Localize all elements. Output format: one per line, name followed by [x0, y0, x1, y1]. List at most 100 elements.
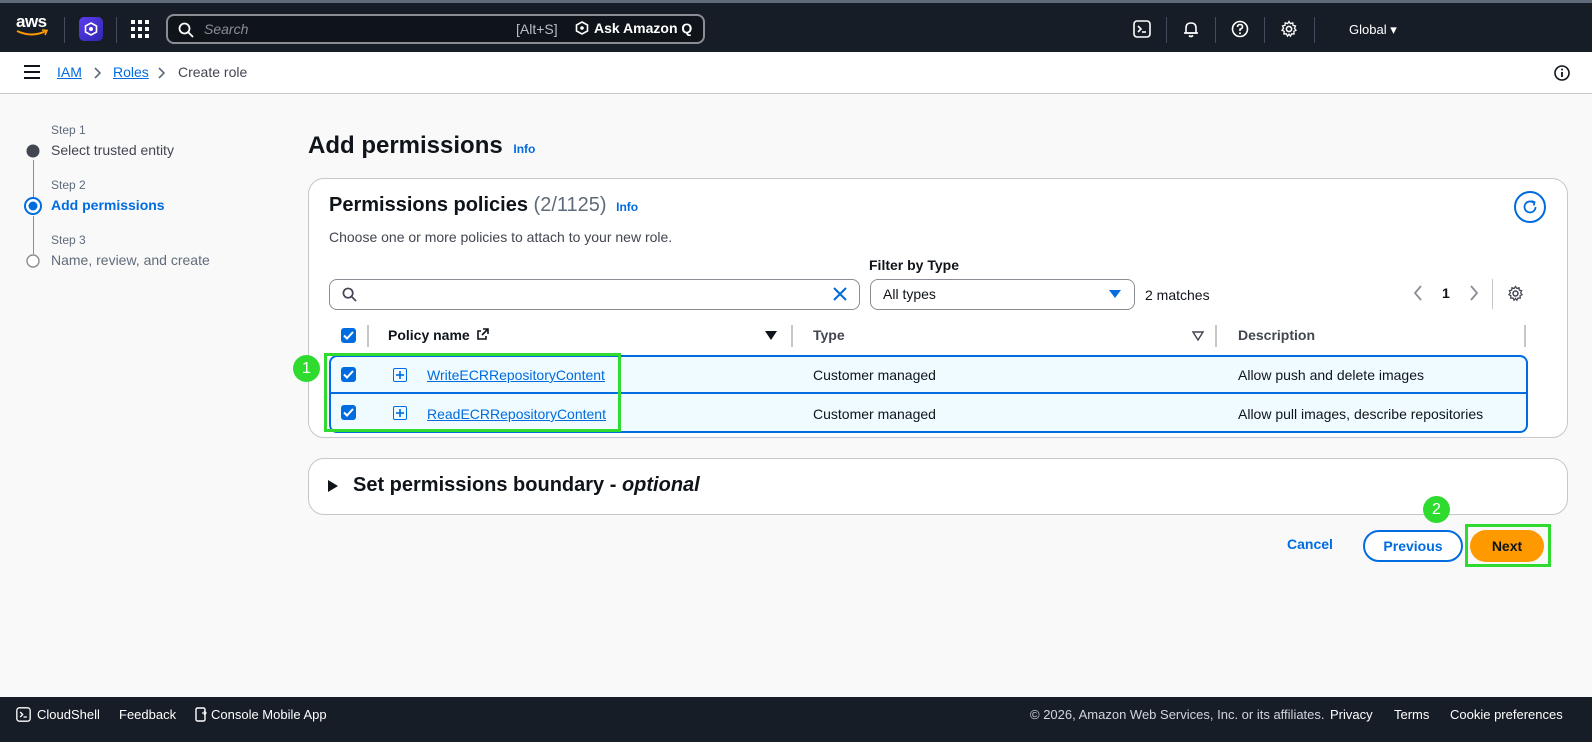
search-icon — [342, 287, 357, 302]
nav-divider — [1166, 17, 1167, 43]
search-icon — [178, 22, 194, 38]
footer-cloudshell-label: CloudShell — [37, 707, 100, 722]
menu-hamburger-icon[interactable] — [24, 65, 40, 79]
page-title: Add permissions — [308, 132, 503, 159]
chevron-right-icon — [94, 67, 102, 79]
policy-type: Customer managed — [813, 406, 936, 422]
step-3-title: Name, review, and create — [51, 252, 210, 268]
footer-cloudshell-button[interactable]: CloudShell — [16, 707, 100, 722]
nav-divider — [1264, 17, 1265, 43]
policy-description: Allow pull images, describe repositories — [1238, 406, 1484, 422]
notifications-bell-icon[interactable] — [1182, 20, 1200, 38]
step-pending-dot-icon — [26, 254, 40, 268]
breadcrumb-current: Create role — [178, 64, 248, 80]
amazon-q-icon — [575, 21, 589, 35]
checkmark-icon — [343, 331, 354, 340]
ask-amazon-q-label: Ask Amazon Q — [594, 20, 693, 36]
chevron-right-icon[interactable] — [1469, 285, 1479, 301]
sort-descending-icon[interactable] — [765, 331, 777, 341]
column-divider — [791, 325, 793, 347]
permissions-policies-header: Permissions policies (2/1125) Info — [329, 194, 638, 217]
ask-amazon-q-button[interactable]: Ask Amazon Q — [575, 20, 692, 36]
previous-button[interactable]: Previous — [1363, 530, 1463, 562]
pagination-divider — [1492, 279, 1493, 309]
info-panel-icon[interactable] — [1554, 65, 1570, 81]
services-grid-icon[interactable] — [131, 20, 149, 38]
column-divider — [1524, 325, 1526, 347]
step-connector — [33, 216, 34, 254]
filter-type-select[interactable]: All types — [870, 279, 1135, 310]
policy-search-input[interactable] — [329, 279, 860, 310]
search-shortcut: [Alt+S] — [516, 21, 558, 37]
footer-mobile-app-label: Console Mobile App — [211, 707, 327, 722]
policy-type: Customer managed — [813, 367, 936, 383]
chevron-left-icon[interactable] — [1413, 285, 1423, 301]
footer-cookie-preferences-link[interactable]: Cookie preferences — [1450, 707, 1563, 722]
step-complete-dot-icon — [26, 144, 40, 158]
filter-type-value: All types — [883, 286, 936, 302]
region-selector[interactable]: Global ▾ — [1349, 22, 1397, 38]
aws-logo-text: aws — [16, 12, 47, 31]
step-1-title[interactable]: Select trusted entity — [51, 142, 174, 158]
policies-info-link[interactable]: Info — [616, 200, 638, 214]
region-label: Global — [1349, 22, 1387, 37]
cancel-button[interactable]: Cancel — [1287, 536, 1333, 552]
step-1-label: Step 1 — [51, 123, 86, 137]
column-header-policy-name[interactable]: Policy name — [388, 327, 489, 343]
refresh-button[interactable] — [1514, 191, 1546, 223]
step-connector — [33, 160, 34, 198]
permissions-boundary-panel[interactable]: Set permissions boundary - optional — [308, 458, 1568, 515]
step-2-title: Add permissions — [51, 197, 165, 213]
nav-divider — [116, 17, 117, 43]
annotation-badge-2: 2 — [1423, 496, 1450, 523]
column-header-policy-name-label: Policy name — [388, 327, 470, 343]
match-count: 2 matches — [1145, 287, 1210, 303]
footer-feedback-link[interactable]: Feedback — [119, 707, 176, 722]
column-divider — [1215, 325, 1217, 347]
caret-down-icon — [1109, 290, 1121, 298]
breadcrumb-roles[interactable]: Roles — [113, 64, 149, 80]
clear-close-icon[interactable] — [832, 286, 848, 302]
amazon-q-logo-icon[interactable] — [79, 17, 103, 41]
footer-terms-link[interactable]: Terms — [1394, 707, 1429, 722]
aws-logo[interactable]: aws — [16, 13, 50, 41]
cloudshell-icon — [16, 707, 31, 722]
step-2-label: Step 2 — [51, 178, 86, 192]
footer-privacy-link[interactable]: Privacy — [1330, 707, 1373, 722]
filter-type-label: Filter by Type — [869, 257, 959, 273]
mobile-phone-icon — [195, 707, 207, 722]
sort-unsorted-icon[interactable] — [1192, 331, 1204, 341]
table-preferences-gear-icon[interactable] — [1507, 285, 1524, 302]
help-icon[interactable] — [1231, 20, 1249, 38]
nav-divider — [64, 17, 65, 43]
step-active-dot-icon — [24, 197, 42, 215]
main-content: Step 1 Select trusted entity Step 2 Add … — [0, 94, 1592, 708]
settings-gear-icon[interactable] — [1280, 20, 1298, 38]
column-header-type[interactable]: Type — [813, 327, 845, 343]
nav-divider — [1215, 17, 1216, 43]
column-divider — [367, 325, 369, 347]
top-navigation: aws Search [Alt+S] Ask Amazon Q Global ▾ — [0, 0, 1592, 52]
breadcrumb-iam[interactable]: IAM — [57, 64, 82, 80]
global-search-input[interactable]: Search [Alt+S] Ask Amazon Q — [166, 14, 705, 44]
refresh-icon — [1523, 200, 1537, 214]
cloudshell-icon[interactable] — [1133, 20, 1151, 38]
search-placeholder: Search — [204, 21, 249, 37]
permissions-boundary-title: Set permissions boundary - optional — [353, 474, 700, 497]
page-number[interactable]: 1 — [1442, 285, 1450, 301]
selection-count: (2/1125) — [533, 194, 607, 216]
column-header-description[interactable]: Description — [1238, 327, 1315, 343]
page-title-wrapper: Add permissions Info — [308, 132, 535, 160]
select-all-checkbox[interactable] — [341, 328, 356, 343]
footer-mobile-app-link[interactable]: Console Mobile App — [195, 707, 327, 722]
step-3-label: Step 3 — [51, 233, 86, 247]
annotation-badge-1: 1 — [293, 355, 320, 382]
policies-description: Choose one or more policies to attach to… — [329, 229, 673, 245]
page-info-link[interactable]: Info — [513, 142, 535, 156]
permissions-boundary-optional: optional — [621, 474, 700, 496]
policy-description: Allow push and delete images — [1238, 367, 1425, 383]
footer: CloudShell Feedback Console Mobile App ©… — [0, 697, 1592, 742]
permissions-policies-title: Permissions policies — [329, 194, 528, 216]
nav-divider — [1314, 17, 1315, 43]
highlight-selected-policies — [324, 353, 621, 432]
